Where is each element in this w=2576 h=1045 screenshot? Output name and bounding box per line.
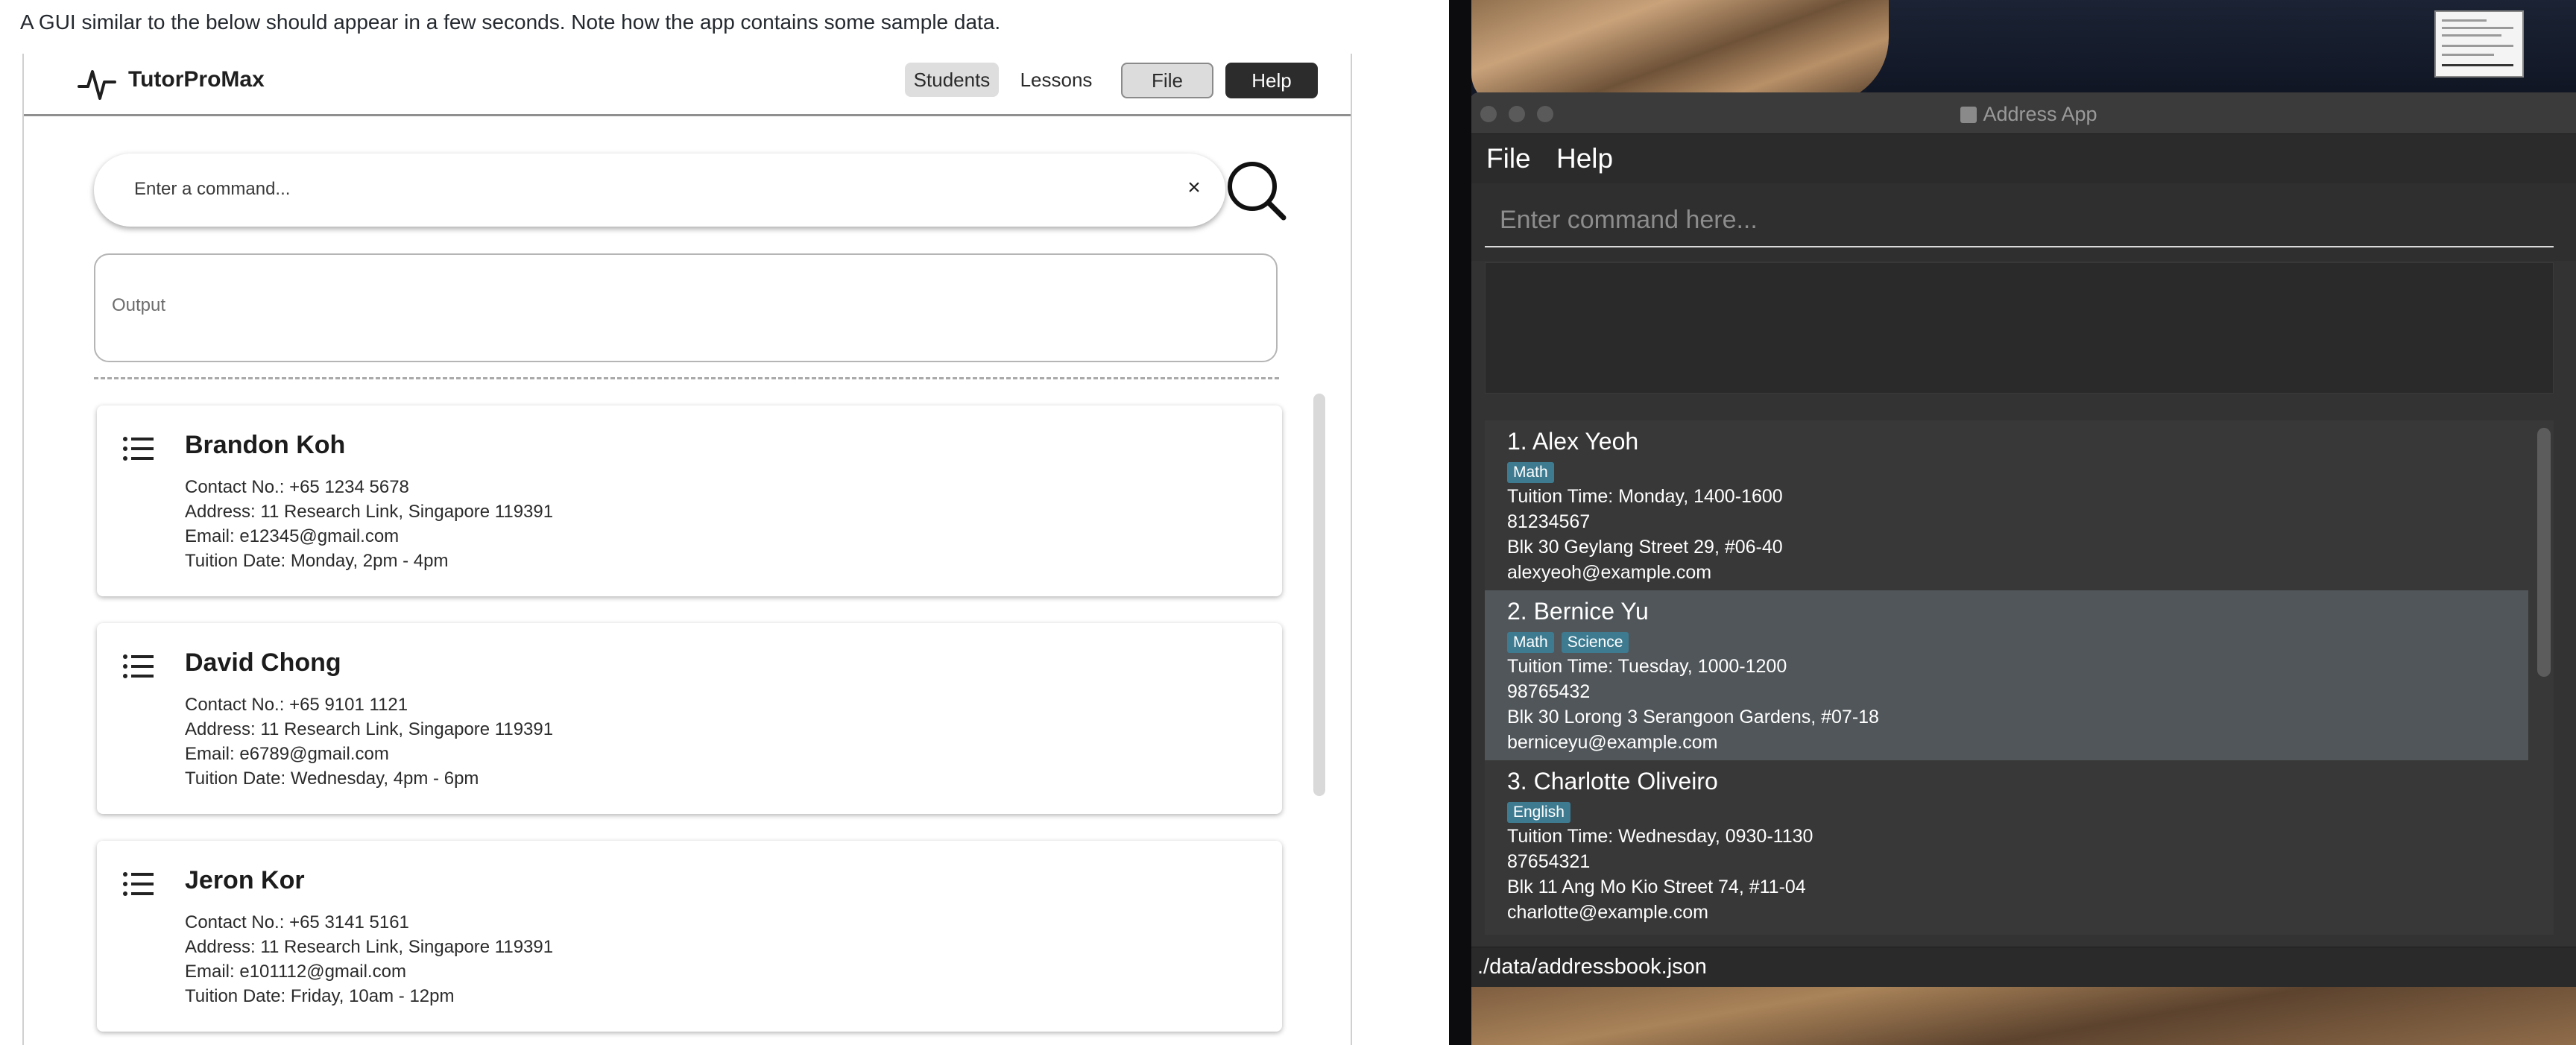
tp-brand-name: TutorProMax [128,67,265,92]
person-name: 2. Bernice Yu [1507,598,1649,625]
help-button[interactable]: Help [1225,63,1318,98]
student-address: Address: 11 Research Link, Singapore 119… [185,502,554,522]
person-name: 3. Charlotte Oliveiro [1507,768,1718,795]
student-name: Jeron Kor [185,866,305,894]
person-card[interactable]: 3. Charlotte Oliveiro English Tuition Ti… [1485,760,2528,930]
dashed-divider [94,377,1279,379]
person-address: Blk 30 Lorong 3 Serangoon Gardens, #07-1… [1507,707,1879,727]
command-placeholder: Enter command here... [1500,206,1758,234]
person-address: Blk 30 Geylang Street 29, #06-40 [1507,537,1783,558]
app-icon [1960,107,1977,123]
student-tuition-date: Tuition Date: Monday, 2pm - 4pm [185,551,449,571]
person-name: 1. Alex Yeoh [1507,428,1639,455]
command-input[interactable]: Enter a command... × [94,154,1225,227]
tag-badge: English [1507,802,1570,823]
menu-bar: File Help [1470,134,2576,183]
tutorpromax-mockup: TutorProMax Students Lessons File Help E… [22,54,1352,1045]
student-tuition-date: Tuition Date: Friday, 10am - 12pm [185,986,455,1006]
clear-icon[interactable]: × [1181,174,1208,201]
output-box: Output [94,253,1278,362]
student-email: Email: e12345@gmail.com [185,526,400,546]
student-contact: Contact No.: +65 9101 1121 [185,695,408,715]
list-icon [123,872,154,896]
person-tuition-time: Tuition Time: Tuesday, 1000-1200 [1507,656,1787,677]
window-title: Address App [1470,103,2576,126]
student-contact: Contact No.: +65 1234 5678 [185,477,409,497]
address-app-window: Address App File Help Enter command here… [1470,92,2576,987]
person-tuition-time: Tuition Time: Monday, 1400-1600 [1507,486,1783,507]
tp-navbar: TutorProMax Students Lessons File Help [24,54,1351,116]
person-email: alexyeoh@example.com [1507,562,1712,583]
student-email: Email: e101112@gmail.com [185,962,406,982]
window-title-text: Address App [1983,103,2097,125]
result-display [1485,262,2554,394]
person-phone: 87654321 [1507,851,1591,872]
person-email: berniceyu@example.com [1507,732,1718,753]
person-card[interactable]: 1. Alex Yeoh Math Tuition Time: Monday, … [1485,420,2528,590]
person-email: charlotte@example.com [1507,902,1708,923]
person-phone: 81234567 [1507,511,1591,532]
person-card-selected[interactable]: 2. Bernice Yu Math Science Tuition Time: … [1485,590,2528,760]
student-name: David Chong [185,648,341,677]
person-phone: 98765432 [1507,681,1591,702]
file-button[interactable]: File [1121,63,1213,98]
tag-badge: Math [1507,462,1554,483]
student-card[interactable]: Jeron Kor Contact No.: +65 3141 5161 Add… [97,841,1282,1032]
screenshot-thumbnail[interactable] [2434,10,2524,78]
person-tags: Math Science [1507,632,1636,653]
desktop-background: Address App File Help Enter command here… [1449,0,2576,1045]
command-placeholder: Enter a command... [134,179,291,199]
tag-badge: Science [1561,632,1629,653]
status-bar: ./data/addressbook.json [1470,947,2576,987]
pulse-logo-icon [78,70,116,100]
desktop-rock [1471,0,1889,104]
student-card[interactable]: Brandon Koh Contact No.: +65 1234 5678 A… [97,405,1282,596]
desktop-rock-bottom [1449,984,2576,1045]
person-list: 1. Alex Yeoh Math Tuition Time: Monday, … [1485,420,2554,935]
student-name: Brandon Koh [185,431,346,459]
person-list-scrollbar[interactable] [2537,428,2551,677]
student-contact: Contact No.: +65 3141 5161 [185,912,409,932]
student-address: Address: 11 Research Link, Singapore 119… [185,937,554,957]
person-address: Blk 11 Ang Mo Kio Street 74, #11-04 [1507,877,1806,897]
command-box: Enter command here... [1470,183,2576,261]
window-divider [1449,0,1471,1045]
list-icon [123,437,154,461]
menu-file[interactable]: File [1486,143,1531,174]
student-address: Address: 11 Research Link, Singapore 119… [185,719,554,739]
output-label: Output [112,295,166,315]
command-input[interactable]: Enter command here... [1485,198,2554,247]
doc-note: A GUI similar to the below should appear… [20,10,1001,34]
student-tuition-date: Tuition Date: Wednesday, 4pm - 6pm [185,768,479,789]
person-tags: English [1507,802,1578,823]
save-location-path: ./data/addressbook.json [1477,955,1707,979]
menu-help[interactable]: Help [1556,143,1613,174]
documentation-page: A GUI similar to the below should appear… [0,0,1449,1045]
list-icon [123,654,154,678]
student-list-scrollbar[interactable] [1313,394,1325,796]
person-tags: Math [1507,462,1562,483]
tab-lessons[interactable]: Lessons [1015,63,1097,97]
student-email: Email: e6789@gmail.com [185,744,389,764]
student-card[interactable]: David Chong Contact No.: +65 9101 1121 A… [97,623,1282,814]
search-icon[interactable] [1224,158,1291,225]
tag-badge: Math [1507,632,1554,653]
person-tuition-time: Tuition Time: Wednesday, 0930-1130 [1507,826,1813,847]
title-bar[interactable]: Address App [1470,92,2576,134]
tab-students[interactable]: Students [905,63,999,97]
